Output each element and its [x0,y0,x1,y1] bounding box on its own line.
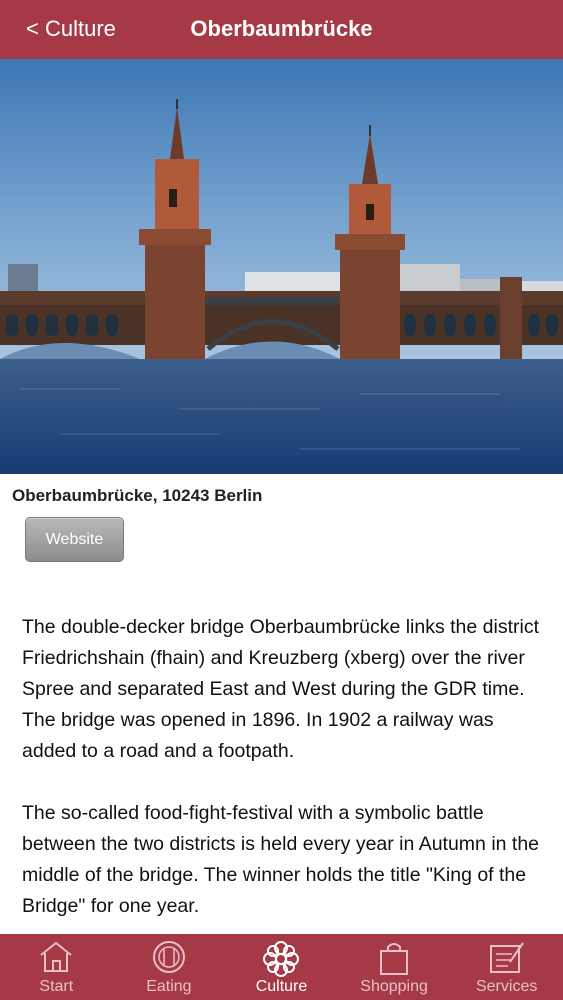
tab-services[interactable]: Services [450,934,563,1000]
flower-icon [263,941,300,977]
plate-icon [152,941,185,973]
bridge-photo [0,59,563,474]
description-paragraph: The double-decker bridge Oberbaumbrücke … [22,616,540,762]
tab-eating[interactable]: Eating [113,934,226,1000]
tab-culture[interactable]: Culture [225,934,338,1000]
tab-label: Services [475,978,538,995]
description-paragraph: The so-called food-fight-festival with a… [22,802,540,917]
home-icon [40,941,72,972]
page-title: Oberbaumbrücke [190,16,373,41]
tab-label: Eating [146,978,192,995]
tab-shopping[interactable]: Shopping [338,934,451,1000]
address-label: Oberbaumbrücke, 10243 Berlin [12,486,263,505]
hero-image [0,59,563,474]
tab-start[interactable]: Start [0,934,113,1000]
notepad-icon [489,942,524,973]
bag-icon [380,943,409,975]
description: The double-decker bridge Oberbaumbrücke … [22,612,547,953]
nav-bar: < Culture Oberbaumbrücke [0,0,563,59]
tab-label: Culture [255,978,308,995]
website-button[interactable]: Website [25,517,124,562]
tab-label: Start [39,978,74,995]
tab-label: Shopping [360,978,428,995]
tab-bar: Start Eating Culture Shopping Services [0,934,563,1000]
